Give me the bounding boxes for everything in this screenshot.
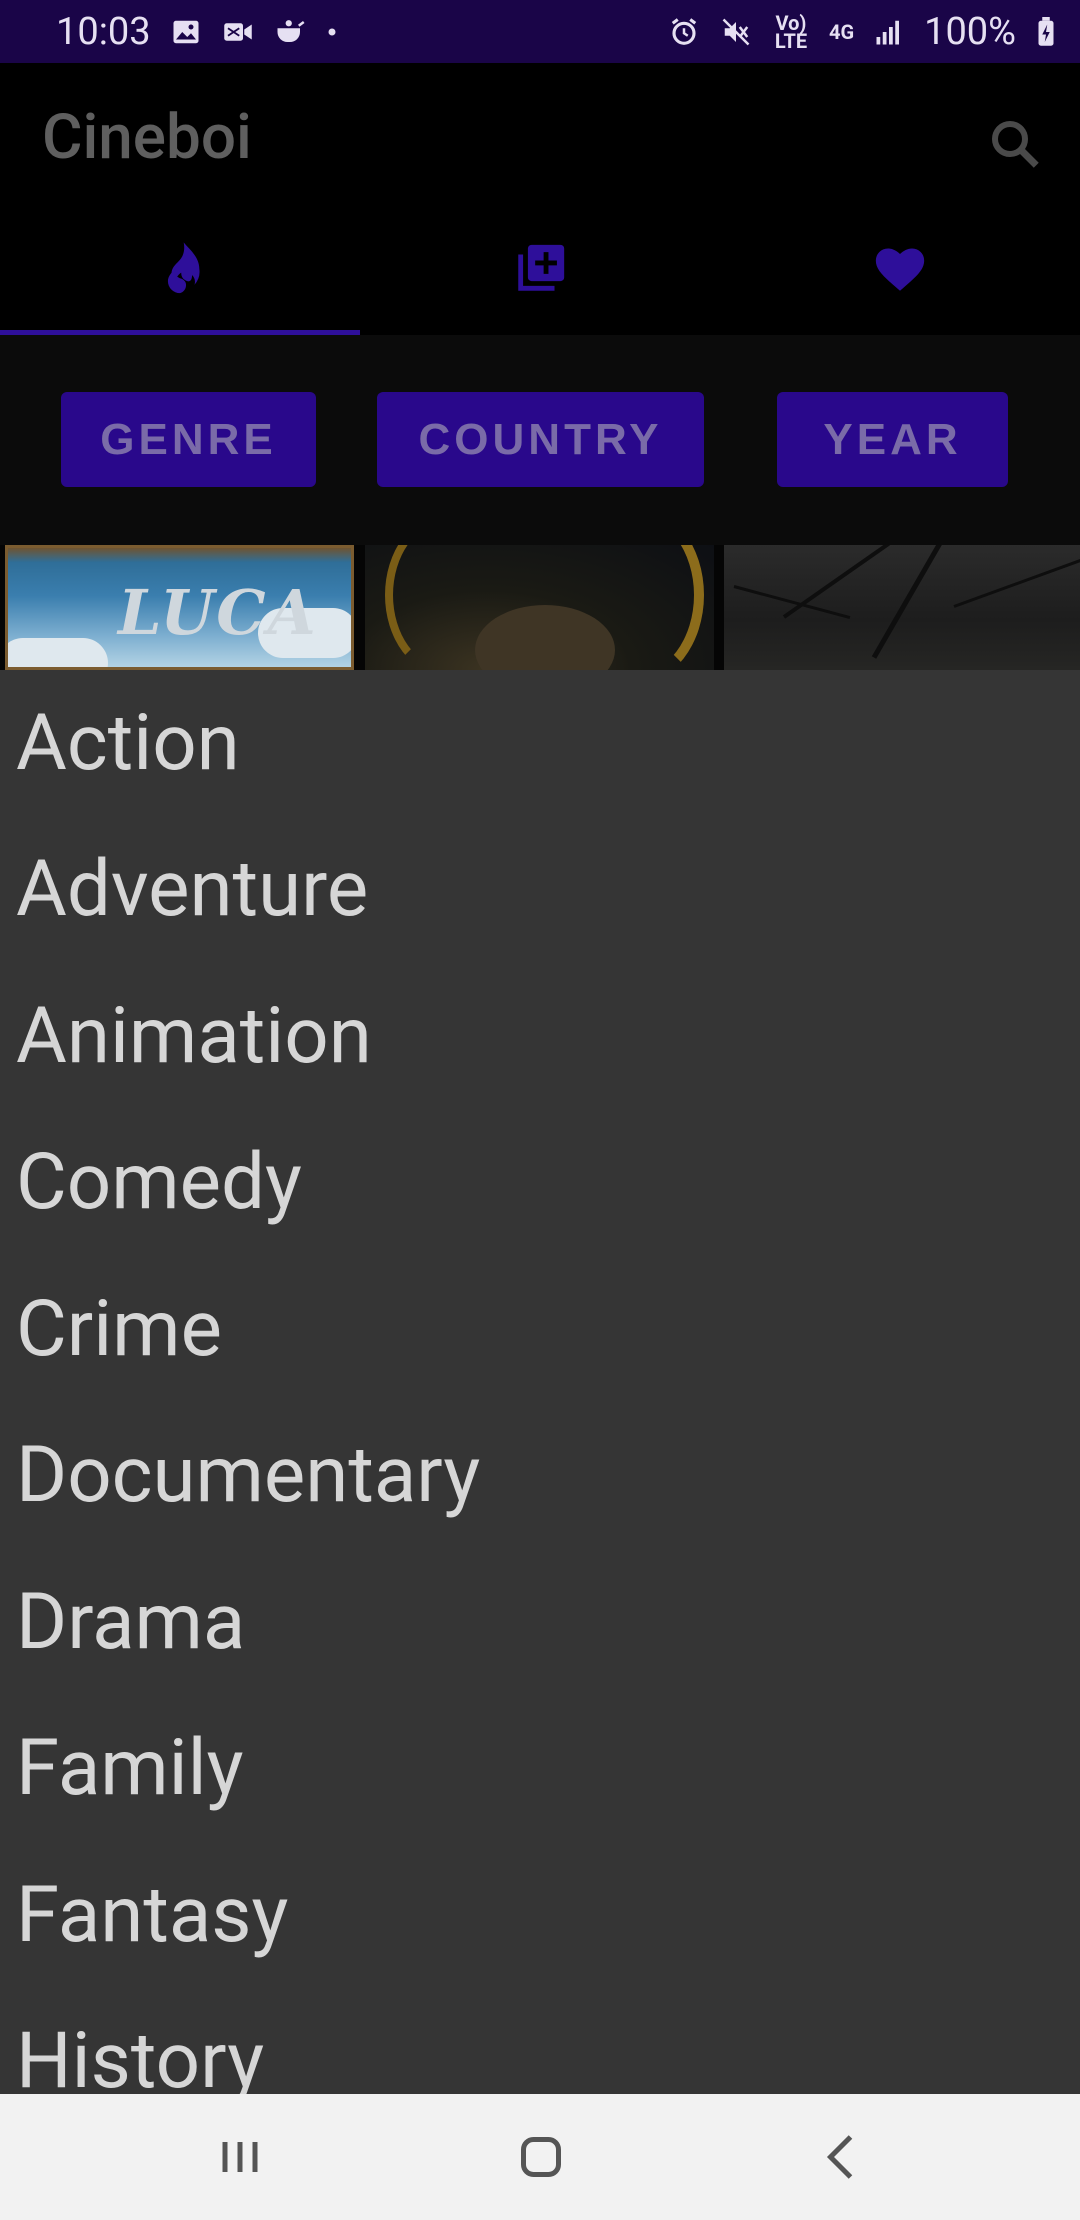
genre-option-documentary[interactable]: Documentary xyxy=(0,1403,1080,1550)
search-icon xyxy=(992,121,1039,168)
tab-library[interactable] xyxy=(360,223,720,335)
genre-option-history[interactable]: History xyxy=(0,1989,1080,2094)
year-button[interactable]: YEAR xyxy=(777,392,1008,487)
poster-title: LUCA xyxy=(118,576,318,649)
back-button[interactable] xyxy=(808,2124,878,2190)
genre-dropdown: Action Adventure Animation Comedy Crime … xyxy=(0,670,1080,2094)
genre-option-drama[interactable]: Drama xyxy=(0,1549,1080,1696)
library-add-icon xyxy=(518,244,565,291)
mute-icon xyxy=(719,17,753,47)
search-button[interactable] xyxy=(985,114,1045,174)
battery-charging-icon xyxy=(1034,16,1058,47)
branch-shape xyxy=(733,585,851,620)
alarm-icon xyxy=(667,17,701,47)
genre-option-adventure[interactable]: Adventure xyxy=(0,817,1080,964)
app-bar: Cineboi xyxy=(0,63,1080,223)
cloud-shape xyxy=(8,638,108,667)
recents-button[interactable] xyxy=(205,2124,275,2190)
tab-trending[interactable] xyxy=(0,223,360,335)
status-bar: 10:03 Vo) LTE 4G 100% xyxy=(0,0,1080,63)
movie-poster[interactable] xyxy=(724,545,1080,670)
fire-icon xyxy=(167,242,200,294)
filter-bar: GENRE COUNTRY YEAR xyxy=(0,335,1080,545)
home-icon xyxy=(521,2137,561,2177)
movie-poster[interactable] xyxy=(365,545,714,670)
tea-cup-icon xyxy=(273,17,307,47)
movie-poster[interactable]: LUCA xyxy=(5,545,354,670)
genre-option-animation[interactable]: Animation xyxy=(0,963,1080,1110)
network-label: 4G xyxy=(828,19,855,44)
genre-option-comedy[interactable]: Comedy xyxy=(0,1110,1080,1257)
video-call-icon xyxy=(221,17,255,47)
volte-label: Vo) LTE xyxy=(774,10,808,53)
screen: 10:03 Vo) LTE 4G 100% Cineboi GENRE COUN… xyxy=(0,0,1080,2220)
signal-icon xyxy=(872,17,906,47)
branch-shape xyxy=(871,545,957,659)
status-left: 10:03 xyxy=(56,10,339,54)
back-icon xyxy=(826,2135,853,2179)
battery-percent: 100% xyxy=(924,9,1016,54)
genre-option-action[interactable]: Action xyxy=(0,670,1080,817)
recents-icon xyxy=(222,2142,258,2172)
system-nav-bar xyxy=(0,2094,1080,2220)
genre-option-family[interactable]: Family xyxy=(0,1696,1080,1843)
dot-icon xyxy=(325,17,339,47)
genre-button[interactable]: GENRE xyxy=(61,392,316,487)
genre-option-crime[interactable]: Crime xyxy=(0,1256,1080,1403)
tab-favorites[interactable] xyxy=(720,223,1080,335)
image-icon xyxy=(169,17,203,47)
heart-icon xyxy=(875,248,925,291)
status-right: Vo) LTE 4G 100% xyxy=(667,10,1058,54)
poster-grid: LUCA xyxy=(0,545,1080,670)
genre-option-fantasy[interactable]: Fantasy xyxy=(0,1842,1080,1989)
status-time: 10:03 xyxy=(56,9,151,54)
country-button[interactable]: COUNTRY xyxy=(377,392,704,487)
app-title: Cineboi xyxy=(42,101,252,174)
tab-bar xyxy=(0,223,1080,335)
branch-shape xyxy=(782,545,933,619)
branch-shape xyxy=(953,557,1080,608)
home-button[interactable] xyxy=(506,2124,576,2190)
